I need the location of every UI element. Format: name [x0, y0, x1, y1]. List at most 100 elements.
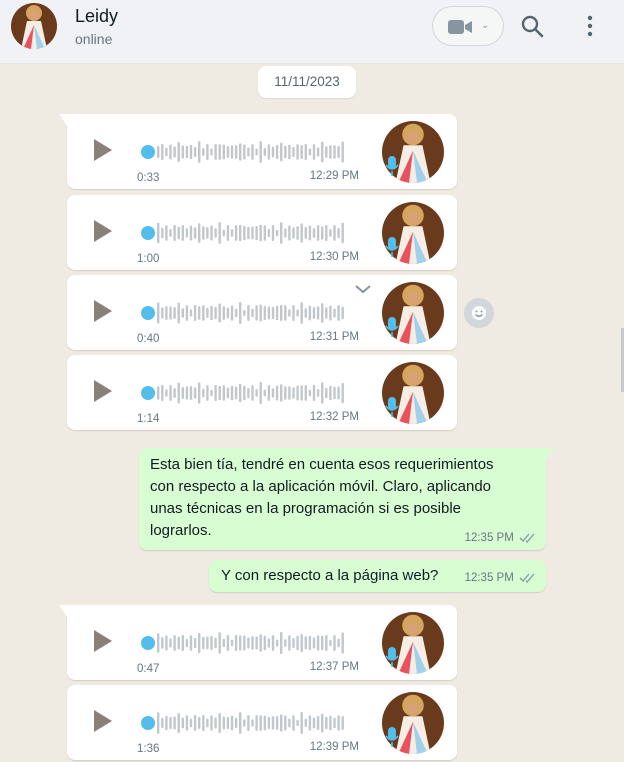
search-icon: [521, 15, 544, 38]
playhead[interactable]: [141, 636, 155, 650]
waveform-bar: [304, 718, 307, 728]
waveform-bar: [189, 386, 193, 400]
waveform-bar: [300, 633, 303, 653]
waveform-bar: [198, 716, 201, 730]
waveform-bar: [284, 386, 287, 400]
waveform-bar: [165, 635, 168, 651]
play-icon[interactable]: [92, 137, 114, 163]
voice-message[interactable]: 0:47 12:37 PM: [59, 605, 457, 680]
video-call-button[interactable]: ⌄: [432, 6, 504, 46]
play-icon[interactable]: [92, 708, 114, 734]
waveform-bar: [312, 717, 316, 729]
waveform-bar: [157, 146, 160, 158]
audio-waveform[interactable]: [139, 136, 351, 168]
waveform-bar: [333, 308, 336, 318]
waveform-bar: [247, 226, 250, 240]
waveform-bar: [284, 305, 287, 321]
audio-waveform[interactable]: [139, 297, 351, 329]
waveform-bar: [251, 144, 254, 160]
chat-area[interactable]: 11/11/2023 0:33 12:29 PM 1:00 12:30 PM 0…: [0, 64, 624, 762]
waveform-bar: [288, 309, 291, 317]
voice-message[interactable]: 1:14 12:32 PM: [67, 355, 457, 430]
waveform-bar: [169, 229, 172, 237]
voice-message[interactable]: 0:33 12:29 PM: [59, 114, 457, 189]
waveform-bar: [210, 225, 213, 241]
playhead[interactable]: [141, 306, 155, 320]
message-time: 12:30 PM: [309, 251, 359, 263]
waveform-bar: [337, 638, 340, 648]
outgoing-message[interactable]: Y con respecto a la página web? 12:35 PM: [209, 560, 546, 592]
waveform-bar: [198, 306, 201, 320]
waveform-bar: [255, 148, 258, 156]
waveform-bar: [189, 144, 193, 160]
menu-button[interactable]: [576, 12, 604, 40]
play-icon[interactable]: [92, 628, 114, 654]
waveform-bar: [247, 387, 250, 399]
mic-icon: [385, 727, 399, 747]
outgoing-message[interactable]: Esta bien tía, tendré en cuenta esos req…: [139, 448, 554, 550]
contact-avatar[interactable]: [11, 3, 57, 49]
bubble-tail: [59, 114, 67, 126]
voice-duration: 0:40: [137, 333, 160, 345]
audio-waveform[interactable]: [139, 377, 351, 409]
waveform-bar: [251, 385, 254, 401]
waveform-bar: [255, 715, 258, 731]
waveform-bar: [239, 143, 242, 161]
waveform-bar: [271, 146, 275, 158]
waveform-bar: [214, 228, 217, 238]
waveform-bar: [169, 638, 172, 648]
waveform-bar: [267, 306, 271, 320]
waveform-bar: [259, 715, 262, 731]
waveform-bar: [329, 145, 332, 159]
voice-duration: 1:14: [137, 413, 160, 425]
waveform-bar: [214, 385, 217, 401]
mic-icon: [385, 647, 399, 667]
waveform-bar: [333, 717, 336, 729]
chevron-down-icon: ⌄: [481, 20, 490, 31]
waveform-bar: [300, 712, 303, 734]
waveform-bar: [329, 639, 332, 647]
playhead[interactable]: [141, 226, 155, 240]
waveform-bar: [292, 715, 295, 731]
waveform-bar: [308, 636, 312, 650]
waveform-bar: [165, 306, 168, 320]
contact-name[interactable]: Leidy: [75, 6, 118, 27]
waveform-bar: [222, 385, 225, 401]
waveform-bar: [275, 229, 279, 237]
waveform-bar: [185, 305, 189, 321]
search-button[interactable]: [518, 12, 546, 40]
waveform-bar: [185, 228, 189, 238]
audio-waveform[interactable]: [139, 707, 351, 739]
waveform-bar: [157, 633, 160, 653]
chevron-down-icon[interactable]: [353, 283, 373, 295]
waveform-bar: [243, 144, 246, 160]
playhead[interactable]: [141, 145, 155, 159]
waveform-bar: [239, 302, 242, 324]
play-icon[interactable]: [92, 378, 114, 404]
waveform-bar: [193, 637, 197, 649]
waveform-bar: [239, 224, 242, 242]
waveform-bar: [271, 716, 275, 730]
voice-message[interactable]: 1:36 12:39 PM: [67, 685, 457, 760]
waveform-bar: [181, 635, 184, 651]
waveform-bar: [329, 305, 332, 321]
play-icon[interactable]: [92, 218, 114, 244]
waveform-bar: [206, 718, 209, 728]
message-time: 12:35 PM: [464, 532, 514, 544]
voice-duration: 0:33: [137, 172, 160, 184]
waveform-bar: [226, 635, 230, 651]
waveform-bar: [206, 636, 209, 650]
voice-message[interactable]: 0:40 12:31 PM: [67, 275, 457, 350]
voice-message[interactable]: 1:00 12:30 PM: [67, 195, 457, 270]
playhead[interactable]: [141, 716, 155, 730]
play-icon[interactable]: [92, 298, 114, 324]
waveform-bar: [259, 634, 262, 652]
audio-waveform[interactable]: [139, 627, 351, 659]
waveform-bar: [296, 309, 299, 317]
waveform-bar: [181, 387, 184, 399]
playhead[interactable]: [141, 386, 155, 400]
waveform-bar: [292, 146, 295, 158]
react-button[interactable]: [464, 298, 494, 328]
audio-waveform[interactable]: [139, 217, 351, 249]
waveform-bar: [325, 635, 328, 651]
